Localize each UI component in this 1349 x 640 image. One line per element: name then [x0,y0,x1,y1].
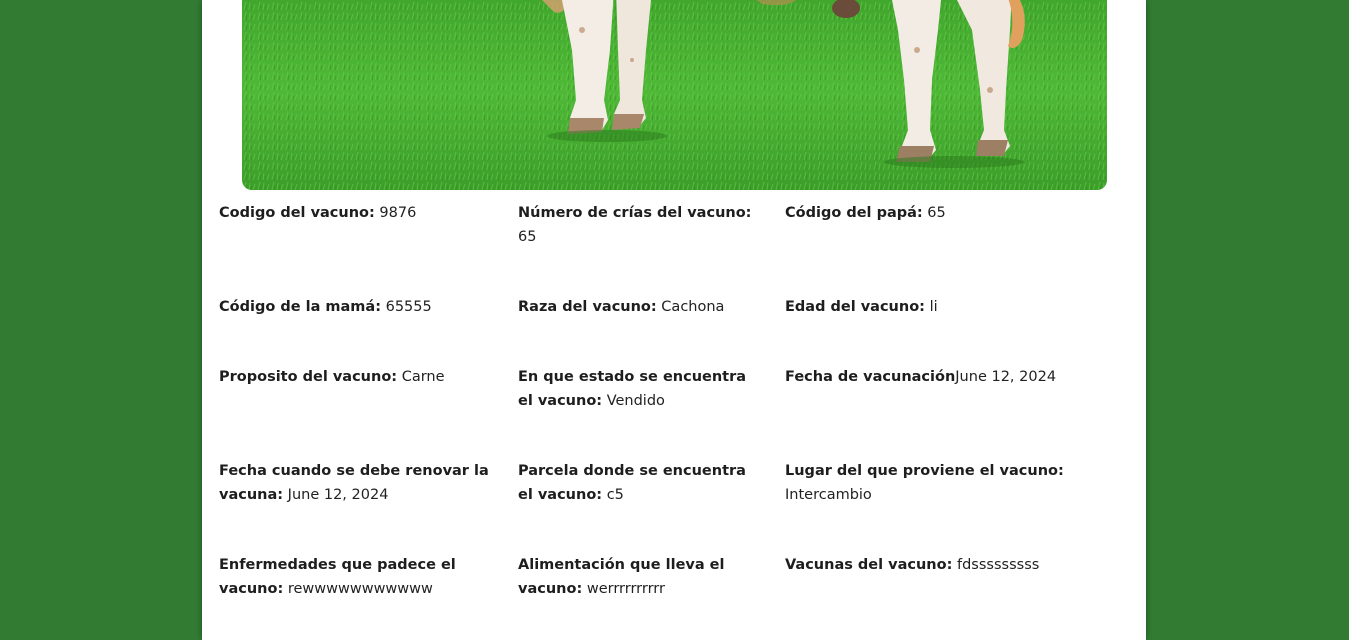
field-proposito: Proposito del vacuno: Carne [219,365,489,389]
field-enfermedades: Enfermedades que padece el vacuno: rewww… [219,553,489,601]
field-numero-crias: Número de crías del vacuno: 65 [518,201,758,249]
field-codigo-vacuno: Codigo del vacuno: 9876 [219,201,489,225]
field-codigo-mama: Código de la mamá: 65555 [219,295,489,319]
field-fecha-renovar: Fecha cuando se debe renovar la vacuna: … [219,459,489,507]
field-lugar-proviene: Lugar del que proviene el vacuno: Interc… [785,459,1145,507]
value: 65 [518,229,537,245]
value: June 12, 2024 [283,487,389,503]
label: Raza del vacuno: [518,299,657,315]
value: Intercambio [785,487,872,503]
field-alimentacion: Alimentación que lleva el vacuno: werrrr… [518,553,758,601]
label: Código del papá: [785,205,923,221]
field-estado: En que estado se encuentra el vacuno: Ve… [518,365,758,413]
field-raza: Raza del vacuno: Cachona [518,295,758,319]
label: Vacunas del vacuno: [785,557,953,573]
value: Cachona [656,299,725,315]
value: Vendido [602,393,665,409]
field-vacunas: Vacunas del vacuno: fdsssssssss [785,553,1145,577]
value: rewwwwwwwwwww [283,581,433,597]
field-parcela: Parcela donde se encuentra el vacuno: c5 [518,459,758,507]
cow-photo [242,0,1107,190]
value: li [924,299,938,315]
field-codigo-papa: Código del papá: 65 [785,201,1145,225]
label: Edad del vacuno: [785,299,925,315]
label: Proposito del vacuno: [219,369,398,385]
cow-detail-card: Codigo del vacuno: 9876 Número de crías … [202,0,1146,640]
value: 65555 [381,299,432,315]
value: 65 [922,205,946,221]
label: Código de la mamá: [219,299,381,315]
label: Codigo del vacuno: [219,205,375,221]
label: Lugar del que proviene el vacuno: [785,463,1064,479]
value: werrrrrrrrrr [582,581,665,597]
field-fecha-vacunacion: Fecha de vacunaciónJune 12, 2024 [785,365,1145,389]
label: Parcela donde se encuentra el vacuno: [518,463,746,503]
cow-photo-image [242,0,1107,190]
value: June 12, 2024 [955,369,1057,385]
field-edad: Edad del vacuno: li [785,295,1145,319]
value: c5 [602,487,624,503]
value: 9876 [374,205,417,221]
value: fdsssssssss [952,557,1040,573]
label: Fecha de vacunación [785,369,956,385]
value: Carne [397,369,445,385]
label: Número de crías del vacuno: [518,205,752,221]
